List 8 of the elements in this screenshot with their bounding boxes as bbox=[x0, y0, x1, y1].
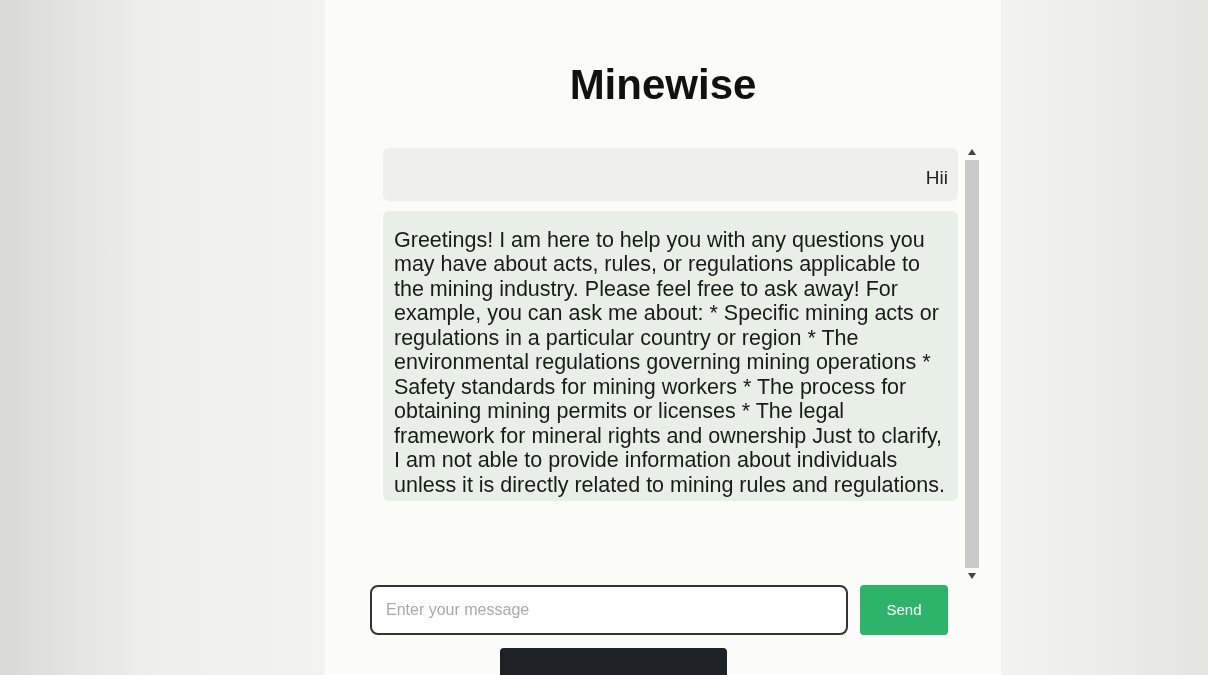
bot-message: Greetings! I am here to help you with any questions you may have about acts, rules, or regulations applicable to the mining industry. Please feel free to ask away! For example, you can ask me about: * Specific mining acts or regulations in a particular country or region * The environmental regulations governing mining operations * Safety standards for mining workers * The process for obtaining mining permits or licenses * The legal framework for mineral rights and ownership Just to clarify, I am not able to provide information about individuals unless it is directly related to mining rules and regulations. bbox=[383, 210, 958, 501]
message-input[interactable]: Enter your message bbox=[370, 585, 848, 635]
scrollbar[interactable] bbox=[963, 148, 981, 580]
user-message: Hii bbox=[383, 148, 958, 201]
app-title: Minewise bbox=[569, 62, 757, 108]
send-button[interactable]: Send bbox=[860, 585, 948, 635]
scroll-up-icon[interactable] bbox=[967, 148, 977, 156]
scroll-down-icon[interactable] bbox=[967, 572, 977, 580]
